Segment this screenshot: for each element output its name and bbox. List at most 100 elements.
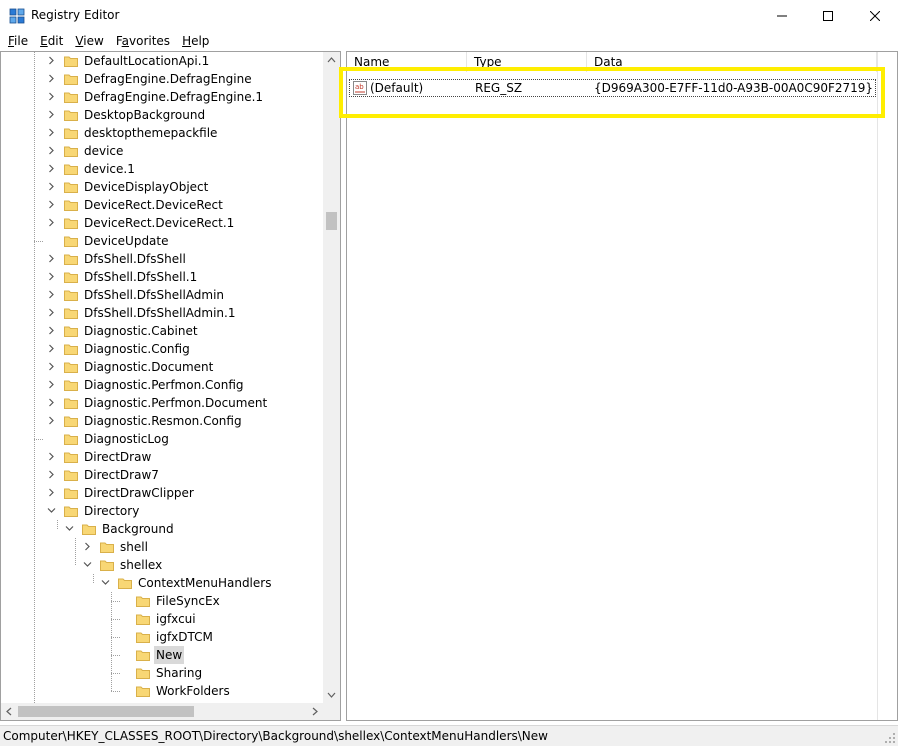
chevron-down-icon[interactable] — [47, 506, 56, 515]
chevron-right-icon[interactable] — [47, 488, 56, 497]
chevron-right-icon[interactable] — [47, 74, 56, 83]
tree-horizontal-scroll-thumb[interactable] — [18, 706, 194, 717]
resize-grip-icon[interactable] — [884, 732, 896, 744]
menu-help[interactable]: Help — [176, 31, 215, 51]
folder-icon — [64, 146, 78, 157]
menu-view[interactable]: View — [69, 31, 109, 51]
chevron-right-icon[interactable] — [47, 110, 56, 119]
chevron-down-icon[interactable] — [101, 578, 110, 587]
minimize-button[interactable] — [759, 0, 805, 31]
tree-item[interactable]: DefaultLocationApi.1 — [1, 52, 323, 70]
chevron-right-icon[interactable] — [47, 128, 56, 137]
scroll-up-icon[interactable] — [323, 52, 340, 69]
values-list[interactable]: Name Type Data ab (Default) REG_SZ {D969… — [346, 51, 898, 721]
chevron-right-icon[interactable] — [47, 362, 56, 371]
tree-vertical-scroll-thumb[interactable] — [326, 212, 337, 230]
chevron-right-icon[interactable] — [47, 164, 56, 173]
tree-horizontal-scrollbar[interactable] — [1, 703, 323, 720]
tree-item[interactable]: DfsShell.DfsShell.1 — [1, 268, 323, 286]
chevron-right-icon[interactable] — [47, 92, 56, 101]
menu-favorites[interactable]: Favorites — [110, 31, 176, 51]
tree-item[interactable]: desktopthemepackfile — [1, 124, 323, 142]
chevron-down-icon[interactable] — [83, 560, 92, 569]
tree-item[interactable]: DfsShell.DfsShellAdmin.1 — [1, 304, 323, 322]
folder-icon — [64, 74, 78, 85]
chevron-right-icon[interactable] — [47, 308, 56, 317]
chevron-right-icon[interactable] — [47, 56, 56, 65]
tree-item[interactable]: device — [1, 142, 323, 160]
tree-item[interactable]: Diagnostic.Config — [1, 340, 323, 358]
tree-item[interactable]: DeviceRect.DeviceRect.1 — [1, 214, 323, 232]
folder-icon — [64, 470, 78, 481]
tree-item[interactable]: shellex — [1, 556, 323, 574]
tree-item[interactable]: DirectDraw — [1, 448, 323, 466]
chevron-right-icon[interactable] — [47, 290, 56, 299]
chevron-right-icon[interactable] — [47, 398, 56, 407]
chevron-right-icon[interactable] — [47, 416, 56, 425]
tree-vertical-scrollbar[interactable] — [323, 52, 340, 703]
tree-item[interactable]: WorkFolders — [1, 682, 323, 700]
title-bar[interactable]: Registry Editor — [0, 0, 898, 31]
folder-icon — [64, 92, 78, 103]
tree-item[interactable]: DfsShell.DfsShellAdmin — [1, 286, 323, 304]
tree-item[interactable]: DeviceRect.DeviceRect — [1, 196, 323, 214]
tree-guide-line — [34, 241, 43, 242]
tree-item[interactable]: DesktopBackground — [1, 106, 323, 124]
value-row-default[interactable]: ab (Default) REG_SZ {D969A300-E7FF-11d0-… — [349, 79, 876, 97]
tree-item[interactable]: igfxcui — [1, 610, 323, 628]
chevron-right-icon[interactable] — [47, 452, 56, 461]
menu-file[interactable]: File — [2, 31, 34, 51]
chevron-down-icon[interactable] — [65, 524, 74, 533]
tree-item[interactable]: igfxDTCM — [1, 628, 323, 646]
tree-item[interactable]: Directory — [1, 502, 323, 520]
chevron-right-icon[interactable] — [47, 200, 56, 209]
close-button[interactable] — [852, 0, 898, 31]
maximize-button[interactable] — [805, 0, 851, 31]
tree-item[interactable]: Diagnostic.Resmon.Config — [1, 412, 323, 430]
tree-item[interactable]: New — [1, 646, 323, 664]
chevron-right-icon[interactable] — [47, 326, 56, 335]
column-header-data[interactable]: Data — [587, 52, 877, 72]
chevron-right-icon[interactable] — [47, 470, 56, 479]
tree-item[interactable]: DeviceUpdate — [1, 232, 323, 250]
tree-guide-line — [34, 439, 43, 440]
column-header-type[interactable]: Type — [467, 52, 587, 72]
folder-icon — [64, 272, 78, 283]
tree-item[interactable]: device.1 — [1, 160, 323, 178]
tree-item[interactable]: DefragEngine.DefragEngine — [1, 70, 323, 88]
chevron-right-icon[interactable] — [47, 182, 56, 191]
chevron-right-icon[interactable] — [47, 254, 56, 263]
tree-item[interactable]: DirectDrawClipper — [1, 484, 323, 502]
chevron-right-icon[interactable] — [47, 344, 56, 353]
tree-item[interactable]: Diagnostic.Perfmon.Document — [1, 394, 323, 412]
tree-item[interactable]: Sharing — [1, 664, 323, 682]
chevron-right-icon[interactable] — [47, 272, 56, 281]
chevron-right-icon[interactable] — [47, 146, 56, 155]
tree-item-label: DirectDraw — [84, 450, 152, 464]
tree-item-label: Diagnostic.Cabinet — [84, 324, 198, 338]
tree-item[interactable]: ContextMenuHandlers — [1, 574, 323, 592]
tree-item[interactable]: DefragEngine.DefragEngine.1 — [1, 88, 323, 106]
scroll-right-icon[interactable] — [306, 703, 323, 720]
tree-guide-line — [111, 673, 120, 674]
tree-item[interactable]: DeviceDisplayObject — [1, 178, 323, 196]
tree-item[interactable]: shell — [1, 538, 323, 556]
chevron-right-icon[interactable] — [47, 218, 56, 227]
chevron-right-icon[interactable] — [47, 380, 56, 389]
tree-item[interactable]: Background — [1, 520, 323, 538]
chevron-right-icon[interactable] — [83, 542, 92, 551]
tree-item[interactable]: DiagnosticLog — [1, 430, 323, 448]
scroll-left-icon[interactable] — [1, 703, 18, 720]
tree-item[interactable]: DfsShell.DfsShell — [1, 250, 323, 268]
menu-edit[interactable]: Edit — [34, 31, 69, 51]
status-path: Computer\HKEY_CLASSES_ROOT\Directory\Bac… — [3, 729, 548, 743]
folder-icon — [64, 416, 78, 427]
column-header-name[interactable]: Name — [347, 52, 467, 72]
tree-item[interactable]: Diagnostic.Perfmon.Config — [1, 376, 323, 394]
tree-item[interactable]: FileSyncEx — [1, 592, 323, 610]
tree-item[interactable]: DirectDraw7 — [1, 466, 323, 484]
registry-tree[interactable]: DefaultLocationApi.1 DefragEngine.DefragE… — [0, 51, 341, 721]
tree-item[interactable]: Diagnostic.Cabinet — [1, 322, 323, 340]
tree-item[interactable]: Diagnostic.Document — [1, 358, 323, 376]
scroll-down-icon[interactable] — [323, 686, 340, 703]
